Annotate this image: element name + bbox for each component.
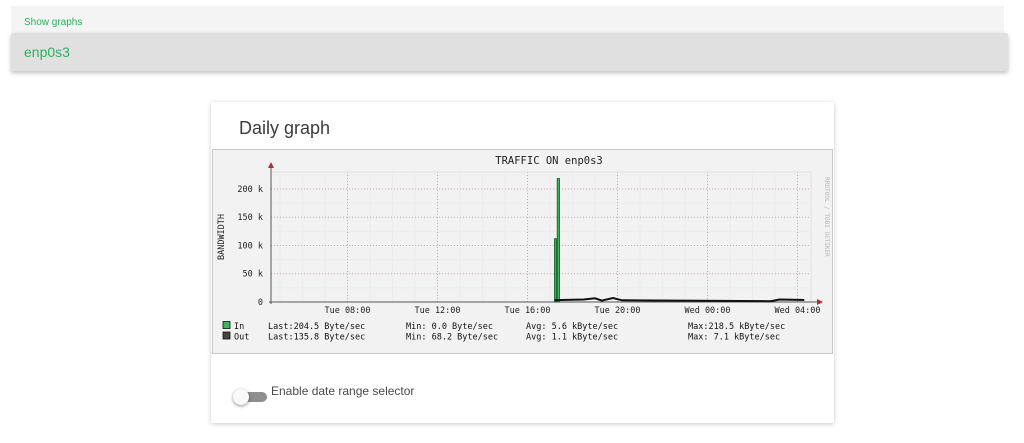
interface-name[interactable]: enp0s3 xyxy=(24,44,70,60)
y-tick-label: 50 k xyxy=(243,270,263,280)
x-tick-label: Tue 08:00 xyxy=(324,306,370,316)
chart-series xyxy=(554,178,805,303)
legend-name: Out xyxy=(234,333,249,343)
legend-last-value: Last:135.8 Byte/sec xyxy=(268,333,365,343)
traffic-graph: 0 50 k 100 k 150 k 200 k Tue 08:00 Tue 12:00 Tu… xyxy=(212,149,833,354)
legend-min-value: Min: 0.0 Byte/sec xyxy=(406,322,493,332)
x-tick-label: Tue 12:00 xyxy=(414,306,460,316)
interface-header[interactable]: enp0s3 xyxy=(11,33,1008,71)
chart-title: TRAFFIC ON enp0s3 xyxy=(495,155,602,167)
show-graphs-bar[interactable]: Show graphs xyxy=(11,6,1004,38)
chart-axes xyxy=(268,162,823,305)
legend-name: In xyxy=(234,322,244,332)
legend-min-value: Min: 68.2 Byte/sec xyxy=(406,333,498,343)
daily-graph-card: Daily graph 0 50 k 100 k 150 k 200 k Tue 08:0… xyxy=(211,102,834,423)
legend-swatch-in xyxy=(222,321,231,329)
chart-grid xyxy=(270,171,812,303)
x-tick-label: Tue 20:00 xyxy=(594,306,640,316)
y-axis-label: BANDWIDTH xyxy=(217,214,227,260)
y-tick-label: 200 k xyxy=(237,185,263,195)
x-tick-label: Wed 04:00 xyxy=(774,306,820,316)
toggle-knob[interactable] xyxy=(233,389,249,405)
date-range-toggle-label: Enable date range selector xyxy=(271,384,415,398)
card-title: Daily graph xyxy=(239,118,331,138)
traffic-chart-svg: 0 50 k 100 k 150 k 200 k Tue 08:00 Tue 12:00 Tu… xyxy=(217,155,830,343)
legend-avg-value: Avg: 5.6 kByte/sec xyxy=(526,322,618,332)
legend-avg-value: Avg: 1.1 kByte/sec xyxy=(526,333,618,343)
y-tick-label: 0 xyxy=(258,298,263,308)
x-axis-arrow xyxy=(817,299,823,305)
legend-max-value: Max:218.5 kByte/sec xyxy=(688,322,785,332)
rrdtool-credit-label: RRDTOOL / TOBI OETIKER xyxy=(823,177,830,257)
show-graphs-link[interactable]: Show graphs xyxy=(24,17,82,28)
y-tick-label: 150 k xyxy=(237,213,263,223)
date-range-toggle[interactable] xyxy=(233,389,273,405)
legend-max-value: Max: 7.1 kByte/sec xyxy=(688,333,780,343)
series-out-line xyxy=(554,296,805,303)
legend-swatch-out xyxy=(222,331,231,340)
x-tick-label: Tue 16:00 xyxy=(504,306,550,316)
chart-text: 0 50 k 100 k 150 k 200 k Tue 08:00 Tue 12:00 Tu… xyxy=(217,155,830,343)
series-in-area xyxy=(554,178,560,303)
y-axis-arrow xyxy=(268,162,274,168)
legend-last-value: Last:204.5 Byte/sec xyxy=(268,322,365,332)
y-tick-label: 100 k xyxy=(237,241,263,251)
x-tick-label: Wed 00:00 xyxy=(684,306,730,316)
